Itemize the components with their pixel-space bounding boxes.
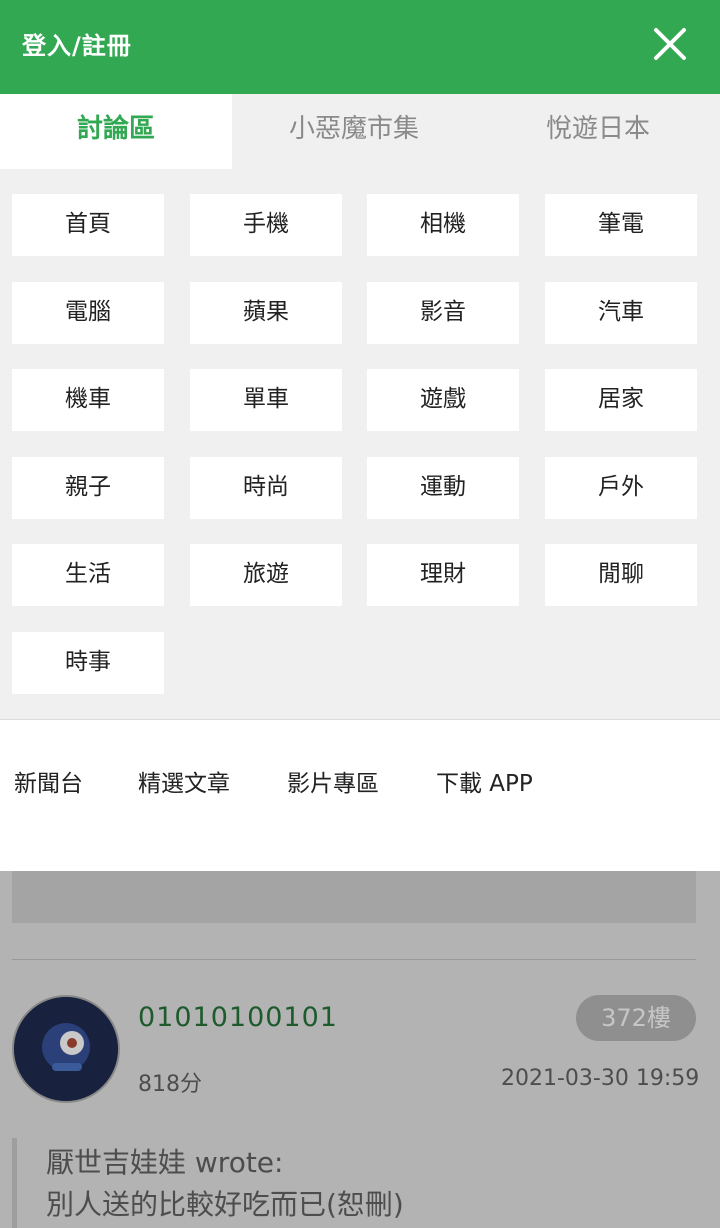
link-video-zone[interactable]: 影片專區 xyxy=(287,764,379,798)
category-button[interactable]: 手機 xyxy=(190,194,342,256)
category-button[interactable]: 閒聊 xyxy=(545,544,697,606)
category-button[interactable]: 遊戲 xyxy=(367,369,519,431)
menu-header: 登入/註冊 xyxy=(0,0,720,94)
quote-author-line: 厭世吉娃娃 wrote: xyxy=(46,1146,284,1179)
tab-market[interactable]: 小惡魔市集 xyxy=(232,94,476,169)
category-button[interactable]: 相機 xyxy=(367,194,519,256)
link-featured-articles[interactable]: 精選文章 xyxy=(138,764,230,798)
category-button[interactable]: 生活 xyxy=(12,544,164,606)
quote-bar xyxy=(12,1138,17,1228)
login-register-link[interactable]: 登入/註冊 xyxy=(22,26,132,61)
category-button[interactable]: 居家 xyxy=(545,369,697,431)
link-news[interactable]: 新聞台 xyxy=(14,764,83,798)
post-username[interactable]: 01010100101 xyxy=(138,1002,338,1033)
category-button[interactable]: 理財 xyxy=(367,544,519,606)
previous-post-box xyxy=(12,871,696,923)
category-button[interactable]: 時尚 xyxy=(190,456,342,519)
category-button[interactable]: 筆電 xyxy=(545,194,697,256)
category-button[interactable]: 首頁 xyxy=(12,194,164,256)
category-button[interactable]: 時事 xyxy=(12,631,164,694)
link-download-app[interactable]: 下載 APP xyxy=(436,764,533,798)
category-button[interactable]: 電腦 xyxy=(12,281,164,344)
close-icon[interactable] xyxy=(650,24,690,64)
menu-tabs: 討論區 小惡魔市集 悅遊日本 xyxy=(0,94,720,169)
tab-japan-travel[interactable]: 悅遊日本 xyxy=(476,94,720,169)
category-button[interactable]: 機車 xyxy=(12,369,164,431)
extra-links: 新聞台 精選文章 影片專區 下載 APP xyxy=(0,720,720,871)
user-score: 818分 xyxy=(138,1072,202,1097)
category-button[interactable]: 旅遊 xyxy=(190,544,342,606)
floor-badge: 372樓 xyxy=(576,995,696,1041)
category-button[interactable]: 運動 xyxy=(367,456,519,519)
category-button[interactable]: 蘋果 xyxy=(190,281,342,344)
avatar-image xyxy=(14,997,118,1101)
category-button[interactable]: 戶外 xyxy=(545,456,697,519)
post-quote: 厭世吉娃娃 wrote: 別人送的比較好吃而已(恕刪) xyxy=(46,1142,404,1226)
category-button[interactable]: 影音 xyxy=(367,281,519,344)
user-avatar[interactable] xyxy=(12,995,120,1103)
category-button[interactable]: 親子 xyxy=(12,456,164,519)
category-button[interactable]: 單車 xyxy=(190,369,342,431)
category-panel: 首頁 手機 相機 筆電電腦 蘋果 影音 汽車機車 單車 遊戲 居家親子 時尚 運動 戶外生活 旅遊 理財 閒聊… xyxy=(0,169,720,871)
category-button[interactable]: 汽車 xyxy=(545,281,697,344)
post-datetime: 2021-03-30 19:59 xyxy=(501,1066,700,1091)
tab-forum[interactable]: 討論區 xyxy=(0,94,232,169)
post-divider xyxy=(12,959,696,960)
